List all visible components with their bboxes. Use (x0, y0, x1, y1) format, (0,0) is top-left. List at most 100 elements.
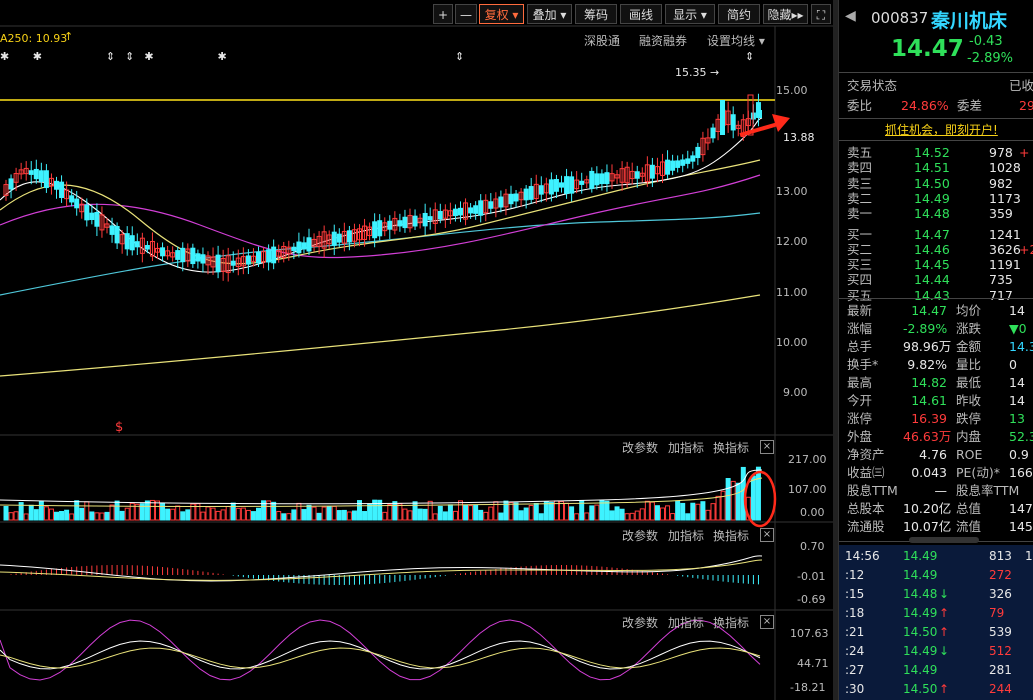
sell-price: 14.51 (914, 160, 950, 176)
stat-value: 13 (1009, 411, 1025, 426)
sell-price: 14.49 (914, 190, 950, 206)
buy-volume: 1241 (989, 226, 1021, 242)
stat-value: 14 (1009, 393, 1025, 408)
sell-row[interactable]: 卖一 14.48 359 (839, 206, 1033, 221)
buy-row[interactable]: 买二 14.46 3626+2 (839, 242, 1033, 257)
candle (508, 193, 514, 205)
macd-edit-params-button[interactable]: 改参数 (622, 527, 658, 544)
volume-bar (639, 508, 645, 521)
volume-bar (301, 509, 307, 521)
vol-close-icon[interactable]: × (760, 440, 774, 454)
volume-bar (144, 500, 150, 521)
volume-bar (483, 511, 489, 521)
kdj-tick: 44.71 (797, 657, 829, 670)
candle (685, 158, 691, 164)
collapse-left-icon[interactable]: ◀ (845, 8, 856, 24)
buy-price: 14.44 (914, 272, 950, 288)
volume-bar (28, 504, 34, 521)
sell-level-label: 卖二 (847, 190, 873, 206)
stat-label: 金额 (956, 339, 982, 354)
candle (200, 254, 206, 264)
buy-row[interactable]: 买五 14.43 717 (839, 288, 1033, 303)
buy-price: 14.47 (914, 226, 950, 242)
volume-bar (564, 502, 570, 521)
volume-bar (498, 512, 504, 521)
volume-bar (589, 505, 595, 521)
sell-row[interactable]: 卖五 14.52 978 + (839, 145, 1033, 160)
buy-row[interactable]: 买四 14.44 735 (839, 272, 1033, 287)
tick-time: :21 (845, 625, 865, 639)
buy-row[interactable]: 买三 14.45 1191 (839, 257, 1033, 272)
volume-bar (619, 508, 625, 521)
ma-line (0, 117, 763, 273)
kdj-tick: -18.21 (790, 681, 826, 694)
tick-volume: 244 (989, 682, 1012, 696)
candle (397, 220, 403, 227)
macd-change-indicator-button[interactable]: 换指标 (713, 527, 749, 544)
kdj-close-icon[interactable]: × (760, 615, 774, 629)
tick-list[interactable]: 14:56 14.49 813 1:12 14.49 272:15 14.48 ↓ 326:18… (839, 545, 1033, 700)
volume-bar (609, 510, 615, 521)
tick-volume: 813 (989, 549, 1012, 563)
price-change: -0.43 (969, 34, 1003, 49)
kdj-add-indicator-button[interactable]: 加指标 (668, 614, 704, 631)
chart-area[interactable]: + — 复权 ▾ 叠加 ▾ 筹码 画线 显示 ▾ 简约 隐藏▸▸ ⛶ A250:… (0, 0, 833, 700)
stat-value: 9.82% (907, 357, 947, 372)
candle (458, 207, 463, 216)
vol-ma-line (0, 469, 763, 505)
candlestick-chart[interactable] (0, 0, 833, 700)
candle (730, 114, 736, 131)
volume-bar (523, 507, 529, 521)
sell-row[interactable]: 卖二 14.49 1173 (839, 191, 1033, 206)
vol-add-indicator-button[interactable]: 加指标 (668, 439, 704, 456)
resize-handle[interactable] (909, 537, 979, 543)
volume-bar (478, 509, 484, 521)
stat-label: 流值 (956, 519, 982, 534)
vol-edit-params-button[interactable]: 改参数 (622, 439, 658, 456)
buy-volume: 717 (989, 287, 1013, 303)
sell-row[interactable]: 卖三 14.50 982 (839, 176, 1033, 191)
candle (710, 127, 716, 139)
volume-bar (321, 506, 327, 521)
sell-volume: 359 (989, 206, 1013, 222)
sell-volume: 982 (989, 175, 1013, 191)
candle (498, 196, 504, 208)
open-account-link[interactable]: 抓住机会，即刻开户! (885, 121, 998, 138)
volume-bar (402, 508, 408, 521)
sell-level-label: 卖四 (847, 160, 873, 176)
candle (452, 208, 458, 217)
trade-status-row: 交易状态 已收 (839, 77, 1033, 95)
kdj-change-indicator-button[interactable]: 换指标 (713, 614, 749, 631)
stat-label: 最高 (847, 375, 873, 390)
tick-time: :27 (845, 663, 865, 677)
candle (109, 225, 115, 235)
volume-bar (700, 501, 706, 521)
buy-level-label: 买五 (847, 287, 873, 303)
buy-row[interactable]: 买一 14.47 1241 (839, 227, 1033, 242)
stat-label: 换手* (847, 357, 879, 372)
kdj-edit-params-button[interactable]: 改参数 (622, 614, 658, 631)
ma250-line (0, 294, 761, 377)
candle (129, 235, 135, 251)
volume-bar (569, 506, 575, 521)
volume-bar (614, 506, 620, 521)
volume-bar (220, 509, 226, 521)
macd-add-indicator-button[interactable]: 加指标 (668, 527, 704, 544)
buy-volume: 735 (989, 272, 1013, 288)
stat-row: 净资产 4.76 ROE 0.9 (839, 446, 1033, 464)
volume-bar (634, 510, 640, 521)
tick-price: 14.49 (903, 606, 938, 620)
stat-value: 0.9 (1009, 447, 1029, 462)
candle (144, 245, 150, 250)
volume-bar (382, 511, 388, 521)
stat-row: 外盘 46.63万内盘 52.33 (839, 428, 1033, 446)
stat-label: 最低 (956, 375, 982, 390)
stat-row: 总手 98.96万金额 14.38 (839, 338, 1033, 356)
sell-row[interactable]: 卖四 14.51 1028 (839, 160, 1033, 175)
vol-change-indicator-button[interactable]: 换指标 (713, 439, 749, 456)
tick-row: :15 14.48 ↓ 326 (839, 585, 1033, 603)
candle (69, 195, 75, 203)
stat-label: 外盘 (847, 429, 873, 444)
macd-close-icon[interactable]: × (760, 528, 774, 542)
quote-panel: ◀ 000837 秦川机床 14.47 -0.43 -2.89% 交易状态 已收… (838, 0, 1033, 700)
